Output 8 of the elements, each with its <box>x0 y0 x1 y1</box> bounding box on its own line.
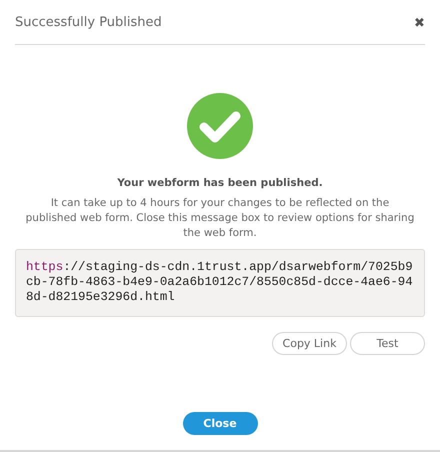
success-heading: Your webform has been published. <box>117 177 323 189</box>
webform-url: https://staging-ds-cdn.1trust.app/dsarwebform/7025b9cb-78fb-4863-b4e9-0a2a6b1012c7/8550c85d-dcce-4ae6-948d-d82195e3296d.html <box>15 249 425 317</box>
info-text: It can take up to 4 hours for your changes to be reflected on the published web form. Close this message box to review options for sharing the web form. <box>25 196 415 241</box>
copy-link-button[interactable]: Copy Link <box>272 332 347 355</box>
check-circle-icon <box>187 93 253 159</box>
dialog-title: Successfully Published <box>15 14 162 30</box>
test-button[interactable]: Test <box>350 332 425 355</box>
close-button[interactable]: Close <box>182 412 258 435</box>
